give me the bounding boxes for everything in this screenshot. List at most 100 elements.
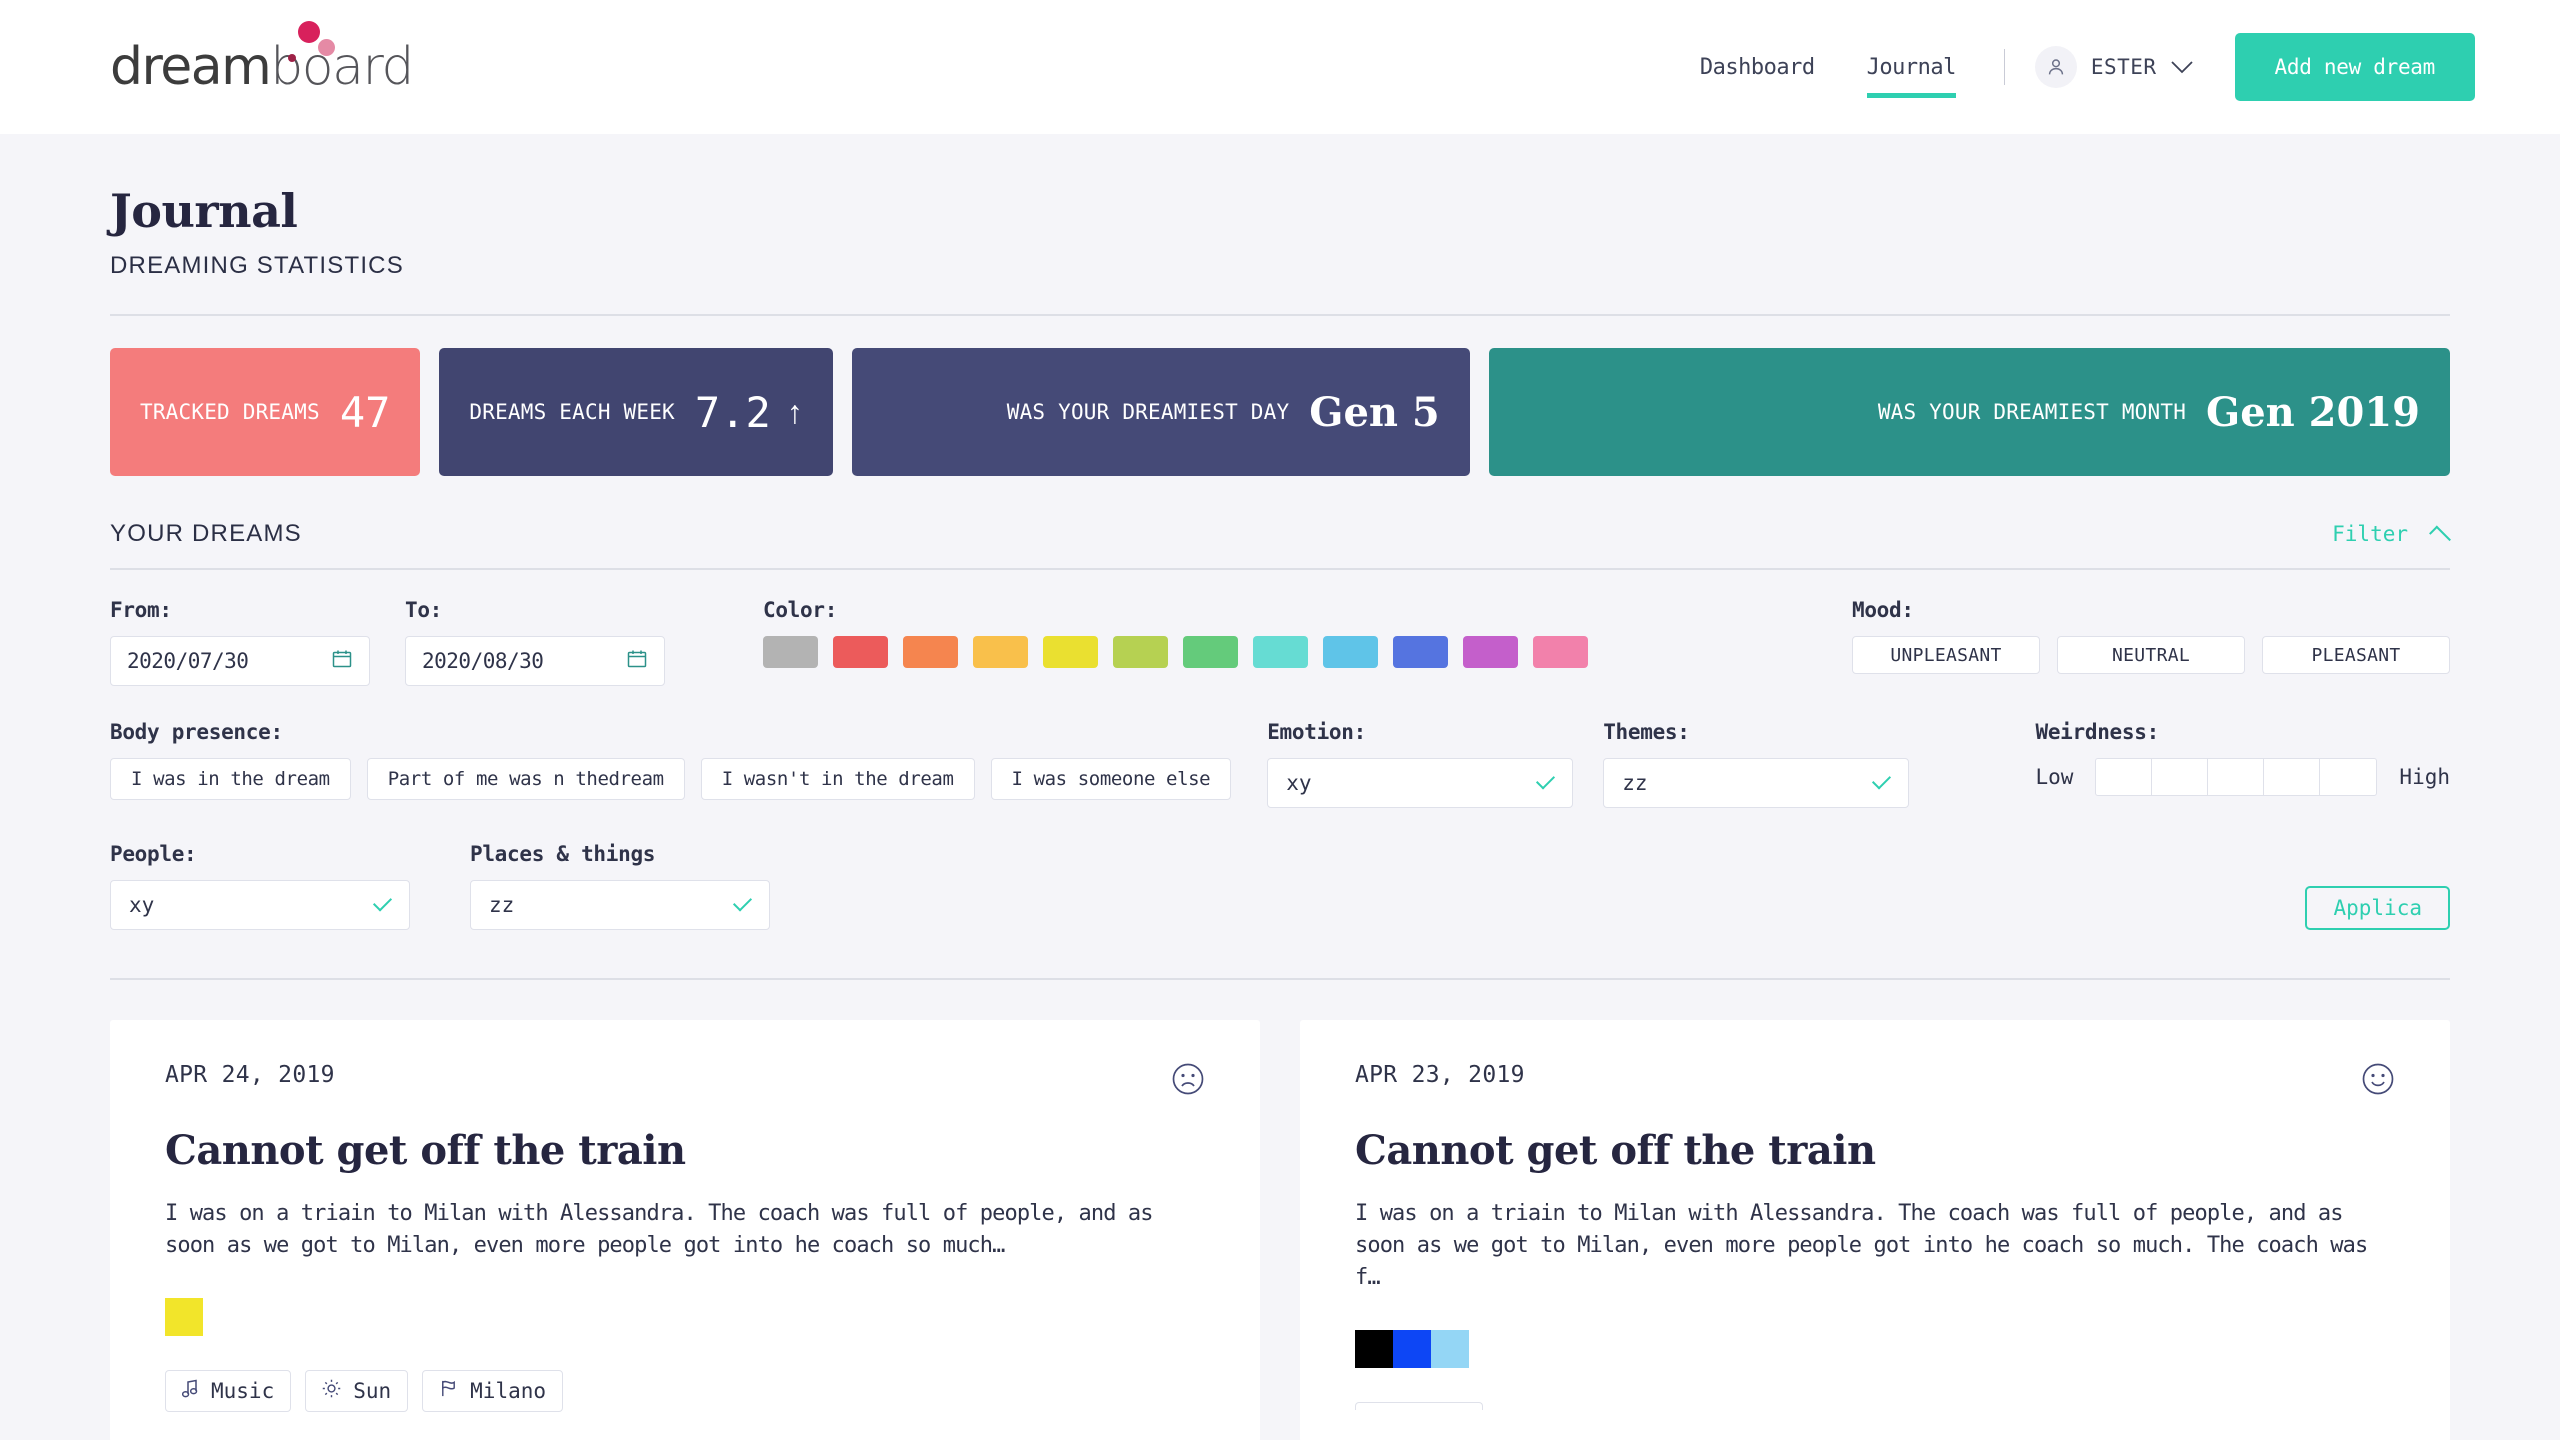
color-swatch-5[interactable]: [1113, 636, 1168, 668]
weirdness-cell-2[interactable]: [2152, 759, 2209, 795]
dream-card[interactable]: APR 23, 2019 Cannot get off the train I …: [1300, 1020, 2450, 1440]
to-date-input[interactable]: 2020/08/30: [405, 636, 665, 686]
themes-label: Themes:: [1603, 720, 1690, 744]
dream-tag-label: Milano: [470, 1378, 547, 1403]
color-swatch-10[interactable]: [1463, 636, 1518, 668]
chevron-down-icon: [732, 892, 753, 912]
apply-wrap: Applica: [2305, 886, 2450, 930]
color-swatch-7[interactable]: [1253, 636, 1308, 668]
from-date-input[interactable]: 2020/07/30: [110, 636, 370, 686]
dream-title: Cannot get off the train: [165, 1127, 686, 1174]
weirdness-scale-wrap: Low High: [2035, 758, 2450, 796]
filter-places: Places & things zz: [470, 842, 770, 930]
dreams-list-divider: [110, 978, 2450, 980]
stat-label: TRACKED DREAMS: [140, 400, 320, 424]
weirdness-cell-1[interactable]: [2096, 759, 2153, 795]
body-presence-option-2[interactable]: I wasn't in the dream: [700, 758, 975, 800]
add-new-dream-button[interactable]: Add new dream: [2234, 33, 2475, 101]
body-presence-option-3[interactable]: I was someone else: [990, 758, 1232, 800]
filter-toggle-label: Filter: [2332, 522, 2408, 546]
from-label: From:: [110, 598, 172, 622]
filter-row-3: People: xy Places & things zz Applica: [110, 842, 2450, 930]
body-presence-option-1[interactable]: Part of me was n thedream: [366, 758, 685, 800]
filter-weirdness: Weirdness: Low High: [2035, 720, 2450, 796]
people-select[interactable]: xy: [110, 880, 410, 930]
color-swatch-3[interactable]: [973, 636, 1028, 668]
filter-row-2: Body presence: I was in the dream Part o…: [110, 720, 2450, 808]
color-swatch-9[interactable]: [1393, 636, 1448, 668]
main-navigation: Dashboard Journal ESTER Add new dream: [1674, 33, 2475, 101]
mood-option-pleasant[interactable]: PLEASANT: [2262, 636, 2450, 674]
chevron-down-icon: [2170, 60, 2193, 73]
places-select[interactable]: zz: [470, 880, 770, 930]
mood-option-unpleasant[interactable]: UNPLEASANT: [1852, 636, 2040, 674]
color-swatch-6[interactable]: [1183, 636, 1238, 668]
body-presence-label: Body presence:: [110, 720, 283, 744]
themes-select[interactable]: zz: [1603, 758, 1910, 808]
logo-text-bold: dream: [110, 37, 272, 97]
user-menu[interactable]: ESTER: [2027, 46, 2201, 88]
filter-to: To: 2020/08/30: [405, 598, 665, 686]
filter-emotion: Emotion: xy: [1267, 720, 1574, 808]
color-label: Color:: [763, 598, 838, 622]
color-swatch-4[interactable]: [1043, 636, 1098, 668]
places-label: Places & things: [470, 842, 656, 866]
filter-row-1: From: 2020/07/30 To: 2020/08/30 Color: M…: [110, 598, 2450, 686]
weirdness-label: Weirdness:: [2035, 720, 2159, 744]
dreamboard-logo[interactable]: dreamboard: [110, 21, 414, 93]
dream-tags-clipped: [1355, 1401, 1483, 1410]
your-dreams-title: YOUR DREAMS: [110, 520, 302, 547]
stat-card-dreamiest-month[interactable]: WAS YOUR DREAMIEST MONTH Gen 2019: [1488, 348, 2450, 476]
page-header: Journal DREAMING STATISTICS: [110, 134, 2450, 280]
stat-card-dreamiest-day[interactable]: WAS YOUR DREAMIEST DAY Gen 5: [851, 348, 1470, 476]
dream-tag[interactable]: Milano: [422, 1369, 564, 1412]
weirdness-cell-3[interactable]: [2208, 759, 2265, 795]
stat-label: WAS YOUR DREAMIEST MONTH: [1877, 400, 2187, 424]
emotion-select[interactable]: xy: [1267, 758, 1574, 808]
calendar-icon[interactable]: [626, 648, 648, 675]
dream-tag[interactable]: Sun: [305, 1369, 409, 1412]
color-swatch-11[interactable]: [1533, 636, 1588, 668]
user-name-label: ESTER: [2090, 55, 2157, 79]
color-swatch-list: [763, 636, 1588, 668]
body-presence-options: I was in the dream Part of me was n thed…: [110, 758, 1232, 800]
header-divider: [110, 314, 2450, 316]
themes-value: zz: [1622, 771, 1648, 795]
color-swatch-8[interactable]: [1323, 636, 1378, 668]
dream-tag-label: Sun: [353, 1378, 392, 1403]
color-swatch-1[interactable]: [833, 636, 888, 668]
chevron-up-icon: [2429, 525, 2451, 548]
dream-card[interactable]: APR 24, 2019 Cannot get off the train I …: [110, 1020, 1260, 1440]
weirdness-cell-5[interactable]: [2320, 759, 2376, 795]
apply-filters-button[interactable]: Applica: [2305, 886, 2450, 930]
flag-icon: [439, 1379, 458, 1403]
body-presence-option-0[interactable]: I was in the dream: [110, 758, 351, 800]
dream-tag[interactable]: Music: [165, 1369, 292, 1412]
weirdness-cell-4[interactable]: [2264, 759, 2321, 795]
mood-options: UNPLEASANT NEUTRAL PLEASANT: [1852, 636, 2450, 674]
trend-up-icon: ↑: [786, 393, 803, 430]
stat-value: 47: [339, 387, 391, 437]
nav-divider: [2003, 49, 2005, 85]
dream-color-1: [1393, 1329, 1431, 1368]
logo-dots-icon: [286, 19, 338, 65]
color-swatch-0[interactable]: [763, 636, 818, 668]
stat-card-dreams-each-week[interactable]: DREAMS EACH WEEK 7.2 ↑: [439, 348, 833, 476]
avatar: [2034, 46, 2077, 88]
weirdness-high-label: High: [2399, 765, 2450, 789]
dream-color-0: [165, 1297, 203, 1336]
music-note-icon: [181, 1379, 199, 1403]
filter-color: Color:: [763, 598, 1588, 668]
filter-toggle[interactable]: Filter: [2332, 522, 2451, 548]
mood-option-neutral[interactable]: NEUTRAL: [2057, 636, 2245, 674]
calendar-icon[interactable]: [331, 648, 353, 675]
color-swatch-2[interactable]: [903, 636, 958, 668]
chevron-down-icon: [1872, 770, 1892, 790]
nav-item-journal[interactable]: Journal: [1841, 55, 1982, 98]
people-label: People:: [110, 842, 197, 866]
stat-card-tracked-dreams[interactable]: TRACKED DREAMS 47: [110, 348, 421, 476]
weirdness-scale: [2095, 758, 2378, 796]
nav-item-dashboard[interactable]: Dashboard: [1674, 55, 1841, 80]
dream-card-header: APR 24, 2019: [165, 1062, 1205, 1101]
your-dreams-header: YOUR DREAMS Filter: [110, 520, 2451, 548]
